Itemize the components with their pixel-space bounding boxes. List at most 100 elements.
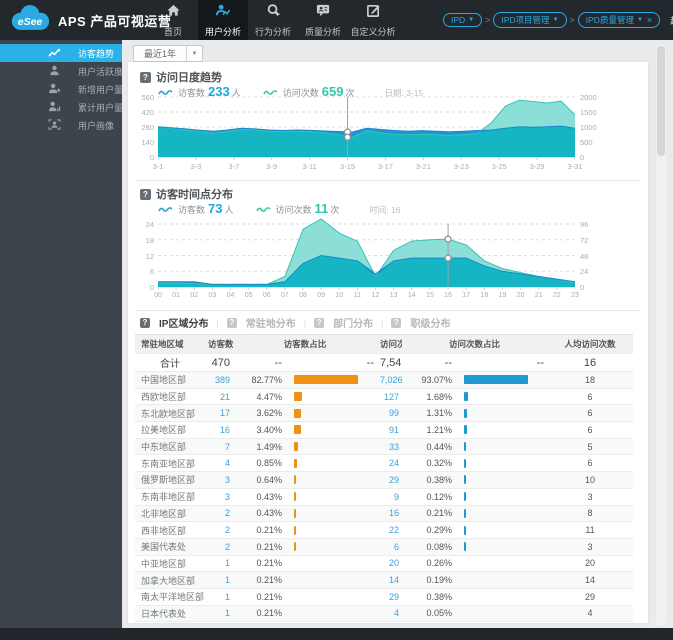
visitors-count-link[interactable]: 17 [205,408,233,418]
table-total-row: 合计 470 -- -- 7,549 -- -- 16 [135,354,633,372]
close-icon[interactable]: × [647,15,652,25]
y-axis-label-left: 560 [141,93,154,102]
sidebar-item-用户画像[interactable]: 用户画像 [0,116,122,134]
nav-item-label: 首页 [163,26,182,37]
avg-visits-cell: 4 [587,608,593,619]
x-axis-label: 18 [480,292,489,299]
visits-count-link[interactable]: 22 [377,525,402,535]
visitors-count-link[interactable]: 2 [205,525,233,535]
help-icon[interactable]: ? [226,317,237,328]
visits-count-link[interactable]: 29 [377,475,402,485]
help-icon[interactable]: ? [314,317,325,328]
avg-visits-cell: 20 [584,558,595,569]
tab-职级分布[interactable]: ? 职级分布 [391,315,450,330]
visitors-count-link[interactable]: 389 [205,375,233,385]
nav-item-label: 自定义分析 [350,26,396,37]
visits-count-link[interactable]: 6 [377,542,402,552]
tab-常驻地分布[interactable]: ? 常驻地分布 [226,315,296,330]
x-axis-label: 3-9 [266,162,278,171]
column-header: 访问次数占比 [448,339,500,349]
visitors-pct-bar [294,408,302,418]
x-axis-label: 3-25 [491,162,507,171]
help-icon[interactable]: ? [140,188,151,200]
visitors-count-link[interactable]: 2 [205,542,233,552]
visits-bar-cell [455,442,547,452]
nav-item-自定义分析[interactable]: 自定义分析 [348,0,398,40]
visitors-count-link[interactable]: 21 [205,392,233,402]
nav-item-行为分析[interactable]: 行为分析 [248,0,298,40]
visitors-count-link[interactable]: 2 [205,508,233,518]
region-cell: 东南非地区部 [141,492,196,503]
visitors-count-link[interactable]: 4 [205,458,233,468]
x-axis-label: 3-31 [567,162,583,171]
nav-item-质量分析[interactable]: 质量分析 [298,0,348,40]
visits-count-link[interactable]: 91 [377,425,402,435]
visitors-count-link[interactable]: 7 [205,442,233,452]
chevron-down-icon[interactable]: ▼ [186,46,202,61]
sidebar-item-新增用户量[interactable]: 新增用户量 [0,80,123,98]
visits-count-link[interactable]: 14 [377,575,402,585]
visits-count-link[interactable]: 20 [377,558,402,568]
visitors-count-link[interactable]: 1 [205,608,233,618]
brand: eSee APS 产品可视运营 [0,3,171,37]
tab-部门分布[interactable]: ? 部门分布 [314,315,373,330]
distribution-tabs: ? IP区域分布 |? 常驻地分布 |? 部门分布 |? 职级分布 [140,315,450,330]
tab-IP区域分布[interactable]: ? IP区域分布 [140,315,208,330]
visitors-pct-cell: 82.77% [251,374,282,385]
y-axis-label-right: 500 [580,138,593,147]
nav-item-首页[interactable]: 首页 [148,0,198,40]
region-cell: 中国地区部 [141,375,187,386]
visitors-pct-cell: 0.21% [256,608,282,619]
breadcrumb-pill[interactable]: IPD项目管理 ▼ [493,12,567,28]
visits-count-link[interactable]: 9 [377,492,402,502]
breadcrumb-separator: > [485,15,491,25]
visitors-count-link[interactable]: 1 [205,575,233,585]
help-icon[interactable]: ? [140,71,151,83]
date-range-select[interactable]: 最近1年 ▼ [133,45,204,62]
visitors-pct-bar [294,442,298,452]
help-icon[interactable]: ? [140,317,150,328]
x-axis-label: 3-15 [340,162,356,171]
table-row: 加拿大地区部 1 0.21% 14 0.19% 14 [135,572,633,589]
chevron-down-icon[interactable]: ▼ [553,17,559,23]
visits-pct-cell: 1.21% [426,424,452,435]
total-cell: 16 [583,356,597,369]
visitors-bar-cell [285,475,377,485]
visitors-count-link[interactable]: 1 [205,592,233,602]
column-header: 人均访问次数 [564,339,616,349]
chevron-down-icon[interactable]: ▼ [637,17,643,23]
breadcrumb-pill[interactable]: IPD质量管理 ▼ × [577,12,661,28]
visits-count-link[interactable]: 33 [377,442,402,452]
table-row: 中东地区部 7 1.49% 33 0.44% 5 [135,438,633,456]
breadcrumb-pill[interactable]: IPD ▼ [443,13,483,27]
nav-item-用户分析[interactable]: 用户分析 [198,0,248,40]
x-axis-label: 06 [262,292,271,299]
visits-count-link[interactable]: 127 [377,392,402,402]
y-axis-label-left: 24 [145,220,154,229]
scrollbar-thumb[interactable] [657,46,665,156]
table-row: 拉美地区部 16 3.40% 91 1.21% 6 [135,422,633,439]
visits-count-link[interactable]: 29 [377,592,402,602]
visits-pct-cell: 0.08% [426,541,452,552]
x-axis-label: 11 [353,292,362,299]
esee-logo-icon: eSee [8,3,52,37]
visits-count-link[interactable]: 24 [377,458,402,468]
chevron-down-icon[interactable]: ▼ [468,17,474,23]
visitors-count-link[interactable]: 3 [205,475,233,485]
visits-count-link[interactable]: 99 [377,408,402,418]
table-header-row: 常驻地区域 访客数 访客数占比 访问次数 访问次数占比 人均访问次数 [135,334,633,354]
x-axis-label: 3-17 [377,162,393,171]
sidebar-item-访客趋势[interactable]: 访客趋势 [0,44,122,62]
visitors-count-link[interactable]: 1 [205,558,233,568]
total-cell: -- [274,356,282,369]
visitors-count-link[interactable]: 16 [205,425,233,435]
help-icon[interactable]: ? [391,317,402,328]
visits-count-link[interactable]: 7,026 [377,375,402,385]
visits-count-link[interactable]: 16 [377,508,402,518]
sidebar-item-用户活跃度[interactable]: 用户活跃度 [0,62,123,80]
sidebar-item-累计用户量[interactable]: 累计用户量 [0,98,123,116]
visitors-count-link[interactable]: 3 [205,492,233,502]
y-axis-label-right: 1500 [580,108,597,117]
visits-count-link[interactable]: 4 [377,608,402,618]
x-axis-label: 08 [299,292,307,299]
